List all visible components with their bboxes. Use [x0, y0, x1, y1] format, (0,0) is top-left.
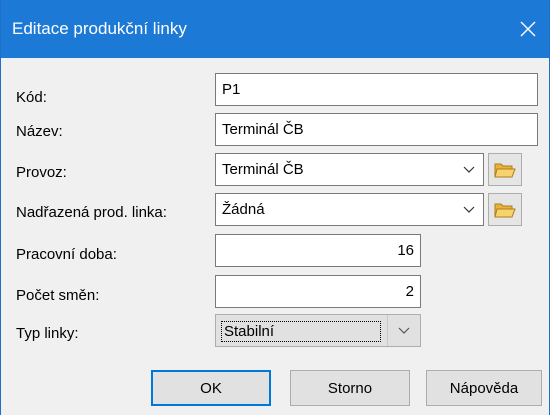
folder-open-icon: [494, 203, 516, 217]
nazev-input[interactable]: Terminál ČB: [215, 113, 538, 146]
typ-linky-value: Stabilní: [221, 321, 381, 342]
ok-button[interactable]: OK: [151, 370, 271, 406]
close-icon: [520, 21, 536, 37]
chevron-down-icon: [461, 154, 477, 185]
typ-linky-select[interactable]: Stabilní: [215, 314, 421, 347]
window-title: Editace produkční linky: [12, 19, 187, 38]
napoveda-button[interactable]: Nápověda: [426, 370, 542, 406]
chevron-down-icon: [396, 315, 412, 346]
provoz-browse-button[interactable]: [488, 153, 522, 186]
close-button[interactable]: [513, 14, 543, 44]
pocet-smen-input[interactable]: 2: [215, 275, 421, 308]
nadrazena-select[interactable]: Žádná: [215, 193, 484, 226]
title-bar: Editace produkční linky: [1, 0, 549, 58]
kod-input[interactable]: P1: [215, 73, 538, 106]
pracovni-doba-input[interactable]: 16: [215, 234, 421, 267]
kod-label: Kód:: [16, 89, 47, 106]
provoz-value: Terminál ČB: [222, 161, 304, 178]
dropdown-separator: [387, 315, 388, 346]
nazev-label: Název:: [16, 123, 63, 140]
provoz-select[interactable]: Terminál ČB: [215, 153, 484, 186]
nadrazena-value: Žádná: [222, 201, 265, 218]
pracovni-doba-label: Pracovní doba:: [16, 246, 117, 263]
chevron-down-icon: [461, 194, 477, 225]
provoz-label: Provoz:: [16, 164, 67, 181]
storno-button[interactable]: Storno: [290, 370, 410, 406]
pocet-smen-label: Počet směn:: [16, 287, 100, 304]
nadrazena-browse-button[interactable]: [488, 193, 522, 226]
folder-open-icon: [494, 163, 516, 177]
typ-linky-label: Typ linky:: [16, 325, 79, 342]
dialog-window: Editace produkční linky Kód: P1 Název: T…: [0, 0, 550, 415]
nadrazena-label: Nadřazená prod. linka:: [16, 204, 167, 221]
